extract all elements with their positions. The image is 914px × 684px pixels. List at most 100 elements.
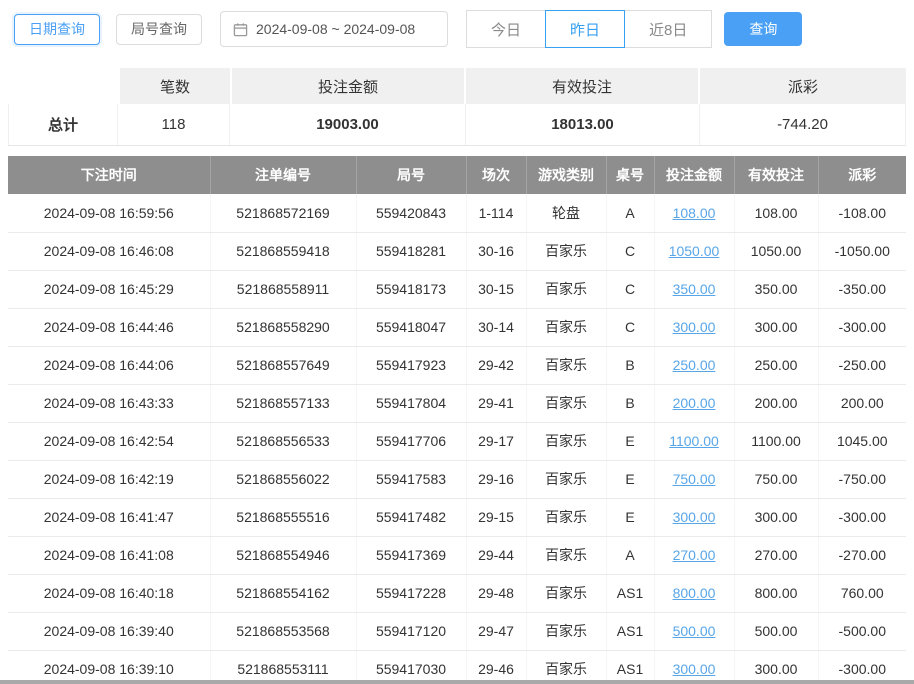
table-header-row: 下注时间 注单编号 局号 场次 游戏类别 桌号 投注金额 有效投注 派彩 xyxy=(8,156,906,194)
bet-time-cell: 2024-09-08 16:40:18 xyxy=(8,574,210,612)
col-header-valid-bet: 有效投注 xyxy=(734,156,818,194)
date-range-input[interactable]: 2024-09-08 ~ 2024-09-08 xyxy=(220,11,448,47)
table-no-cell: A xyxy=(606,536,654,574)
session-cell: 29-16 xyxy=(466,460,526,498)
bet-time-cell: 2024-09-08 16:46:08 xyxy=(8,232,210,270)
round-id-cell: 559417706 xyxy=(356,422,466,460)
round-query-tab[interactable]: 局号查询 xyxy=(116,14,202,45)
game-type-cell: 百家乐 xyxy=(526,308,606,346)
bet-id-cell: 521868553568 xyxy=(210,612,356,650)
table-row: 2024-09-08 16:44:46521868558290559418047… xyxy=(8,308,906,346)
bet-time-cell: 2024-09-08 16:42:19 xyxy=(8,460,210,498)
bet-amount-link[interactable]: 200.00 xyxy=(673,395,716,411)
session-cell: 29-42 xyxy=(466,346,526,384)
bet-amount-link[interactable]: 500.00 xyxy=(673,623,716,639)
yesterday-button[interactable]: 昨日 xyxy=(545,10,625,48)
bet-id-cell: 521868553111 xyxy=(210,650,356,684)
valid-bet-cell: 750.00 xyxy=(734,460,818,498)
game-type-cell: 百家乐 xyxy=(526,346,606,384)
summary-total-bet: 19003.00 xyxy=(230,104,466,145)
quick-range-group: 今日 昨日 近8日 xyxy=(466,10,712,48)
bet-time-cell: 2024-09-08 16:44:06 xyxy=(8,346,210,384)
round-id-cell: 559417804 xyxy=(356,384,466,422)
payout-cell: 760.00 xyxy=(818,574,906,612)
bet-amount-link[interactable]: 270.00 xyxy=(673,547,716,563)
payout-cell: -350.00 xyxy=(818,270,906,308)
bet-amount-cell: 300.00 xyxy=(654,650,734,684)
bet-amount-link[interactable]: 750.00 xyxy=(673,471,716,487)
valid-bet-cell: 270.00 xyxy=(734,536,818,574)
table-row: 2024-09-08 16:44:06521868557649559417923… xyxy=(8,346,906,384)
bet-time-cell: 2024-09-08 16:42:54 xyxy=(8,422,210,460)
game-type-cell: 百家乐 xyxy=(526,574,606,612)
valid-bet-cell: 300.00 xyxy=(734,650,818,684)
bet-amount-cell: 350.00 xyxy=(654,270,734,308)
col-header-bet-amount: 投注金额 xyxy=(654,156,734,194)
bet-id-cell: 521868555516 xyxy=(210,498,356,536)
bet-amount-cell: 270.00 xyxy=(654,536,734,574)
session-cell: 29-15 xyxy=(466,498,526,536)
bet-time-cell: 2024-09-08 16:41:47 xyxy=(8,498,210,536)
table-no-cell: C xyxy=(606,232,654,270)
game-type-cell: 百家乐 xyxy=(526,498,606,536)
bet-time-cell: 2024-09-08 16:44:46 xyxy=(8,308,210,346)
summary-table: 笔数 投注金额 有效投注 派彩 总计 118 19003.00 18013.00… xyxy=(8,68,906,146)
table-no-cell: E xyxy=(606,498,654,536)
payout-cell: -300.00 xyxy=(818,308,906,346)
session-cell: 30-16 xyxy=(466,232,526,270)
query-button[interactable]: 查询 xyxy=(724,12,802,46)
bet-amount-link[interactable]: 300.00 xyxy=(673,509,716,525)
bet-amount-link[interactable]: 800.00 xyxy=(673,585,716,601)
last8days-button[interactable]: 近8日 xyxy=(624,10,712,48)
game-type-cell: 百家乐 xyxy=(526,384,606,422)
bet-amount-link[interactable]: 1050.00 xyxy=(669,243,720,259)
round-id-cell: 559418173 xyxy=(356,270,466,308)
bet-amount-link[interactable]: 350.00 xyxy=(673,281,716,297)
round-id-cell: 559417228 xyxy=(356,574,466,612)
table-no-cell: C xyxy=(606,308,654,346)
date-range-value: 2024-09-08 ~ 2024-09-08 xyxy=(256,21,415,37)
bet-amount-cell: 300.00 xyxy=(654,308,734,346)
col-header-bet-time: 下注时间 xyxy=(8,156,210,194)
summary-header-bet: 投注金额 xyxy=(232,68,464,104)
bet-amount-link[interactable]: 300.00 xyxy=(673,319,716,335)
bet-amount-cell: 200.00 xyxy=(654,384,734,422)
round-id-cell: 559418047 xyxy=(356,308,466,346)
session-cell: 29-47 xyxy=(466,612,526,650)
table-row: 2024-09-08 16:40:18521868554162559417228… xyxy=(8,574,906,612)
bet-id-cell: 521868558911 xyxy=(210,270,356,308)
horizontal-scrollbar[interactable] xyxy=(0,680,914,684)
summary-total-count: 118 xyxy=(118,104,230,145)
bet-amount-cell: 1100.00 xyxy=(654,422,734,460)
bet-amount-cell: 108.00 xyxy=(654,194,734,232)
table-no-cell: B xyxy=(606,346,654,384)
bet-amount-cell: 300.00 xyxy=(654,498,734,536)
bet-amount-link[interactable]: 300.00 xyxy=(673,661,716,677)
game-type-cell: 百家乐 xyxy=(526,612,606,650)
today-button[interactable]: 今日 xyxy=(466,10,546,48)
table-row: 2024-09-08 16:59:56521868572169559420843… xyxy=(8,194,906,232)
bet-amount-link[interactable]: 108.00 xyxy=(673,205,716,221)
bet-id-cell: 521868556533 xyxy=(210,422,356,460)
bet-time-cell: 2024-09-08 16:39:10 xyxy=(8,650,210,684)
bet-time-cell: 2024-09-08 16:59:56 xyxy=(8,194,210,232)
payout-cell: 200.00 xyxy=(818,384,906,422)
valid-bet-cell: 800.00 xyxy=(734,574,818,612)
date-query-tab[interactable]: 日期查询 xyxy=(14,14,100,45)
table-row: 2024-09-08 16:39:40521868553568559417120… xyxy=(8,612,906,650)
round-id-cell: 559417120 xyxy=(356,612,466,650)
table-row: 2024-09-08 16:41:47521868555516559417482… xyxy=(8,498,906,536)
table-row: 2024-09-08 16:41:08521868554946559417369… xyxy=(8,536,906,574)
session-cell: 29-41 xyxy=(466,384,526,422)
bet-time-cell: 2024-09-08 16:41:08 xyxy=(8,536,210,574)
payout-cell: -108.00 xyxy=(818,194,906,232)
bet-amount-link[interactable]: 1100.00 xyxy=(669,433,719,449)
round-id-cell: 559417369 xyxy=(356,536,466,574)
payout-cell: -1050.00 xyxy=(818,232,906,270)
calendar-icon xyxy=(233,22,248,37)
round-id-cell: 559417482 xyxy=(356,498,466,536)
game-type-cell: 轮盘 xyxy=(526,194,606,232)
bet-amount-link[interactable]: 250.00 xyxy=(673,357,716,373)
session-cell: 1-114 xyxy=(466,194,526,232)
bet-id-cell: 521868559418 xyxy=(210,232,356,270)
